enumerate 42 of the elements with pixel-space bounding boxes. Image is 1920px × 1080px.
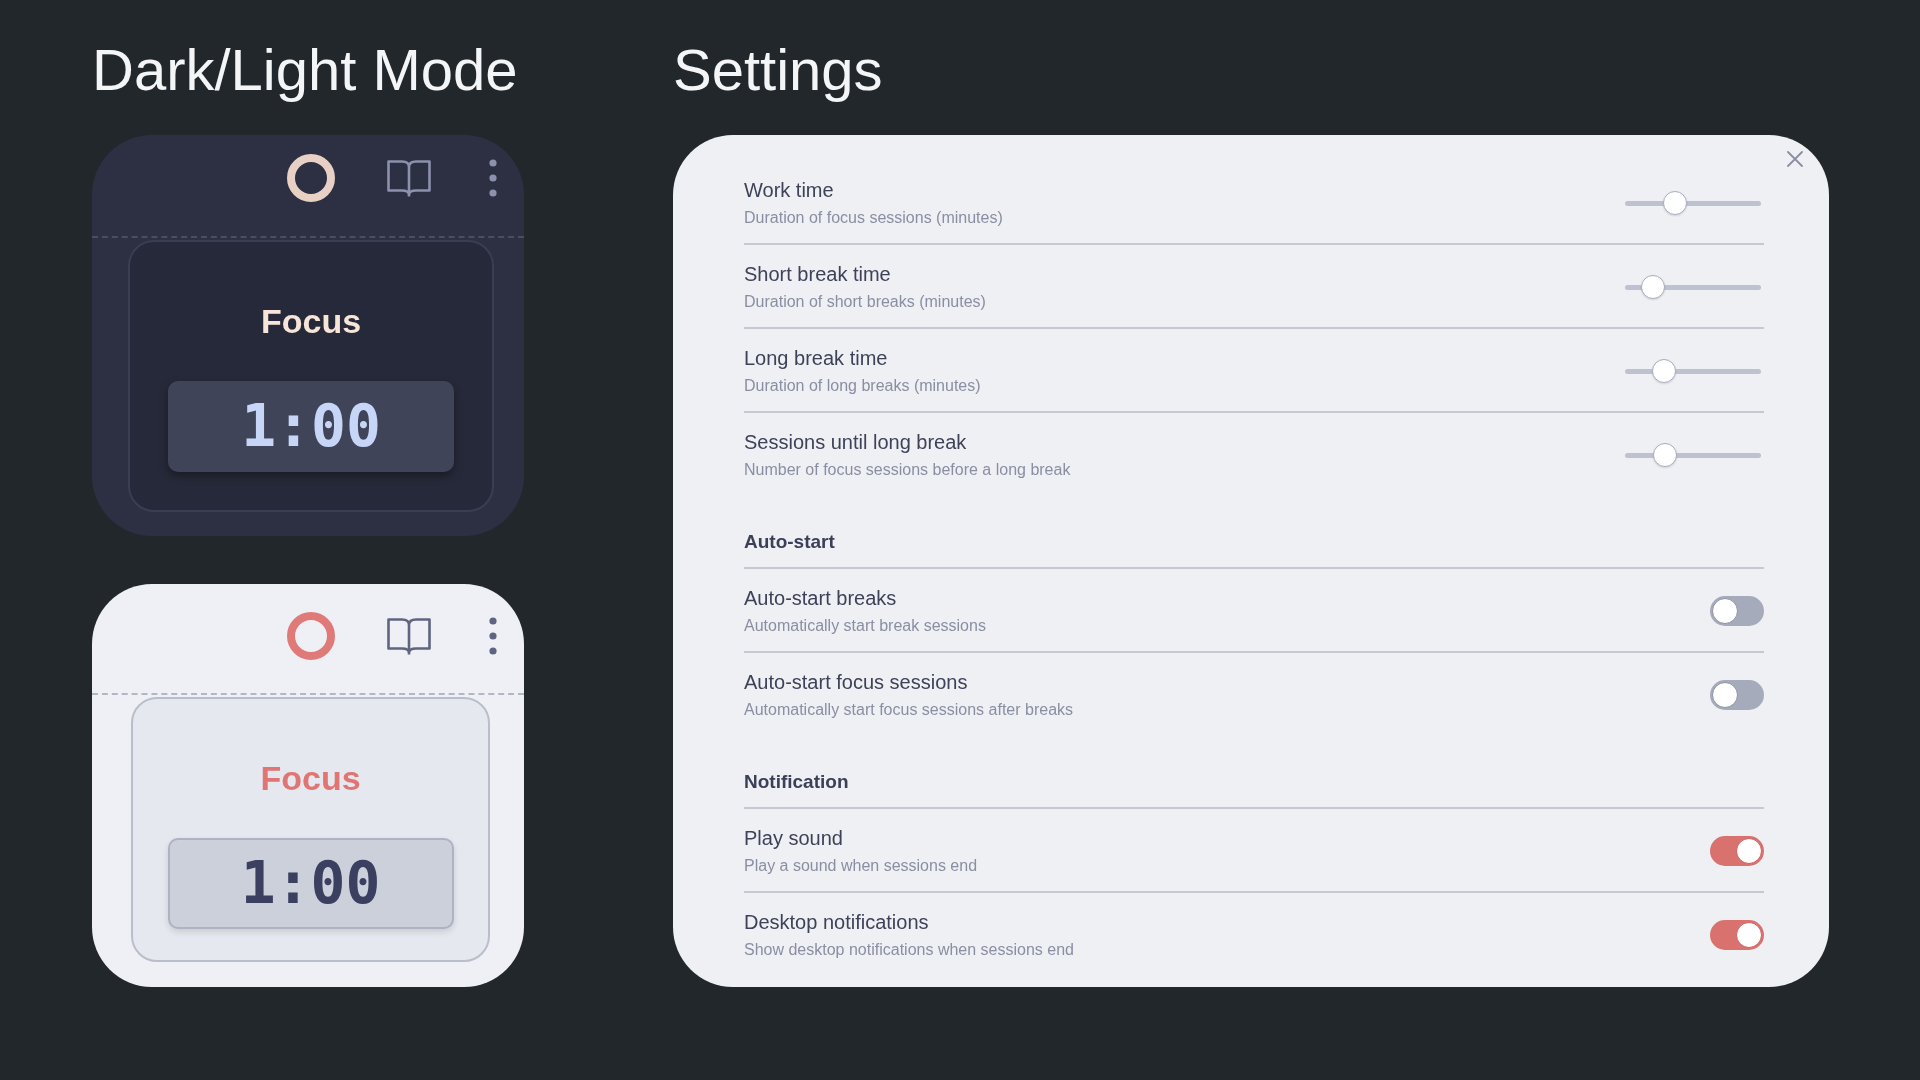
mode-label: Focus: [260, 301, 362, 341]
setting-title: Sessions until long break: [744, 430, 967, 455]
slider-track[interactable]: [1625, 190, 1761, 216]
setting-title: Desktop notifications: [744, 910, 929, 935]
slider-track[interactable]: [1625, 442, 1761, 468]
slider-track[interactable]: [1625, 358, 1761, 384]
more-options-icon[interactable]: [489, 159, 497, 197]
more-options-icon[interactable]: [489, 617, 497, 655]
setting-description: Play a sound when sessions end: [744, 856, 978, 876]
page-title: Dark/Light Mode: [92, 37, 518, 103]
section-heading: Notification: [744, 770, 849, 794]
setting-title: Long break time: [744, 346, 888, 371]
slider-thumb[interactable]: [1640, 275, 1665, 299]
setting-description: Duration of long breaks (minutes): [744, 376, 981, 396]
setting-description: Number of focus sessions before a long break: [744, 460, 1071, 480]
book-icon[interactable]: [387, 616, 431, 656]
ring-icon[interactable]: [287, 154, 335, 202]
toggle-switch[interactable]: [1710, 680, 1764, 710]
toggle-switch[interactable]: [1710, 596, 1764, 626]
slider-track[interactable]: [1625, 274, 1761, 300]
setting-description: Duration of short breaks (minutes): [744, 292, 986, 312]
setting-title: Auto-start focus sessions: [744, 670, 968, 695]
mode-label: Focus: [260, 758, 361, 798]
setting-description: Automatically start focus sessions after breaks: [744, 700, 1074, 720]
toggle-switch[interactable]: [1710, 836, 1764, 866]
timer-display: 1:00: [167, 838, 454, 929]
setting-description: Duration of focus sessions (minutes): [744, 208, 1003, 228]
setting-title: Auto-start breaks: [744, 586, 897, 611]
setting-title: Short break time: [744, 262, 891, 287]
slider-thumb[interactable]: [1653, 443, 1677, 467]
slider-thumb[interactable]: [1663, 191, 1688, 215]
setting-title: Play sound: [744, 826, 843, 851]
setting-description: Automatically start break sessions: [744, 616, 986, 636]
page-title: Settings: [673, 37, 883, 103]
setting-title: Work time: [744, 178, 834, 203]
slider-thumb[interactable]: [1651, 359, 1676, 383]
toggle-switch[interactable]: [1710, 920, 1764, 950]
section-heading: Auto-start: [744, 530, 835, 554]
close-icon[interactable]: [1787, 151, 1803, 167]
timer-display: 1:00: [168, 381, 454, 472]
book-icon[interactable]: [387, 158, 431, 198]
setting-description: Show desktop notifications when sessions end: [744, 940, 1074, 960]
